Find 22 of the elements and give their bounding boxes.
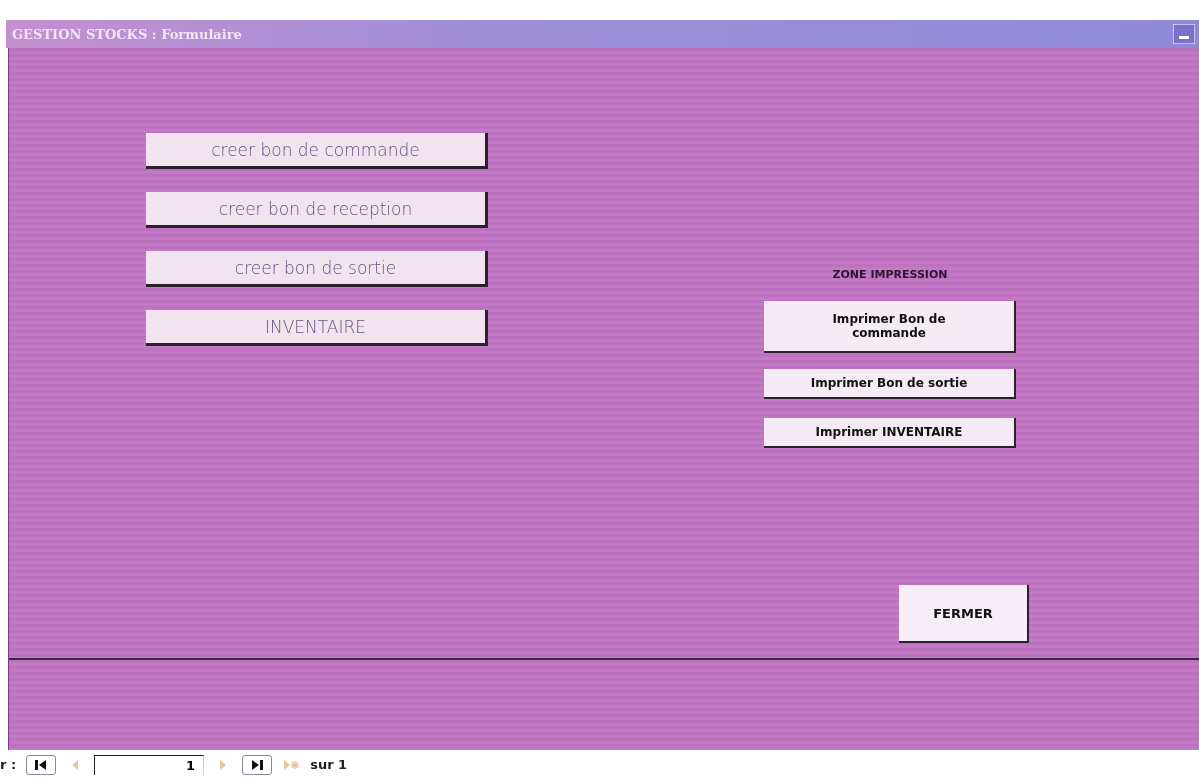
minimize-icon: [1179, 36, 1189, 39]
action-button[interactable]: creer bon de sortie: [146, 251, 488, 287]
minimize-button[interactable]: [1173, 24, 1195, 44]
record-label: r :: [0, 757, 17, 772]
print-button[interactable]: Imprimer INVENTAIRE: [764, 418, 1016, 448]
record-count: sur 1: [310, 757, 348, 772]
new-record-icon: [283, 758, 300, 771]
record-nav-button[interactable]: [26, 754, 57, 775]
record-number-field[interactable]: 1: [94, 754, 205, 775]
record-nav-button[interactable]: [242, 754, 273, 775]
last-record-icon: [250, 758, 265, 771]
action-button[interactable]: creer bon de reception: [146, 192, 488, 228]
action-button[interactable]: creer bon de commande: [146, 133, 488, 169]
next-record-icon: [219, 758, 228, 771]
previous-record-icon: [71, 758, 80, 771]
action-button[interactable]: INVENTAIRE: [146, 310, 488, 346]
section-heading: ZONE IMPRESSION: [832, 268, 948, 281]
close-button[interactable]: FERMER: [899, 585, 1029, 643]
first-record-icon: [34, 758, 49, 771]
print-button[interactable]: Imprimer Bon de commande: [764, 301, 1016, 353]
window-title: GESTION STOCKS : Formulaire: [12, 26, 242, 42]
print-button[interactable]: Imprimer Bon de sortie: [764, 369, 1016, 399]
